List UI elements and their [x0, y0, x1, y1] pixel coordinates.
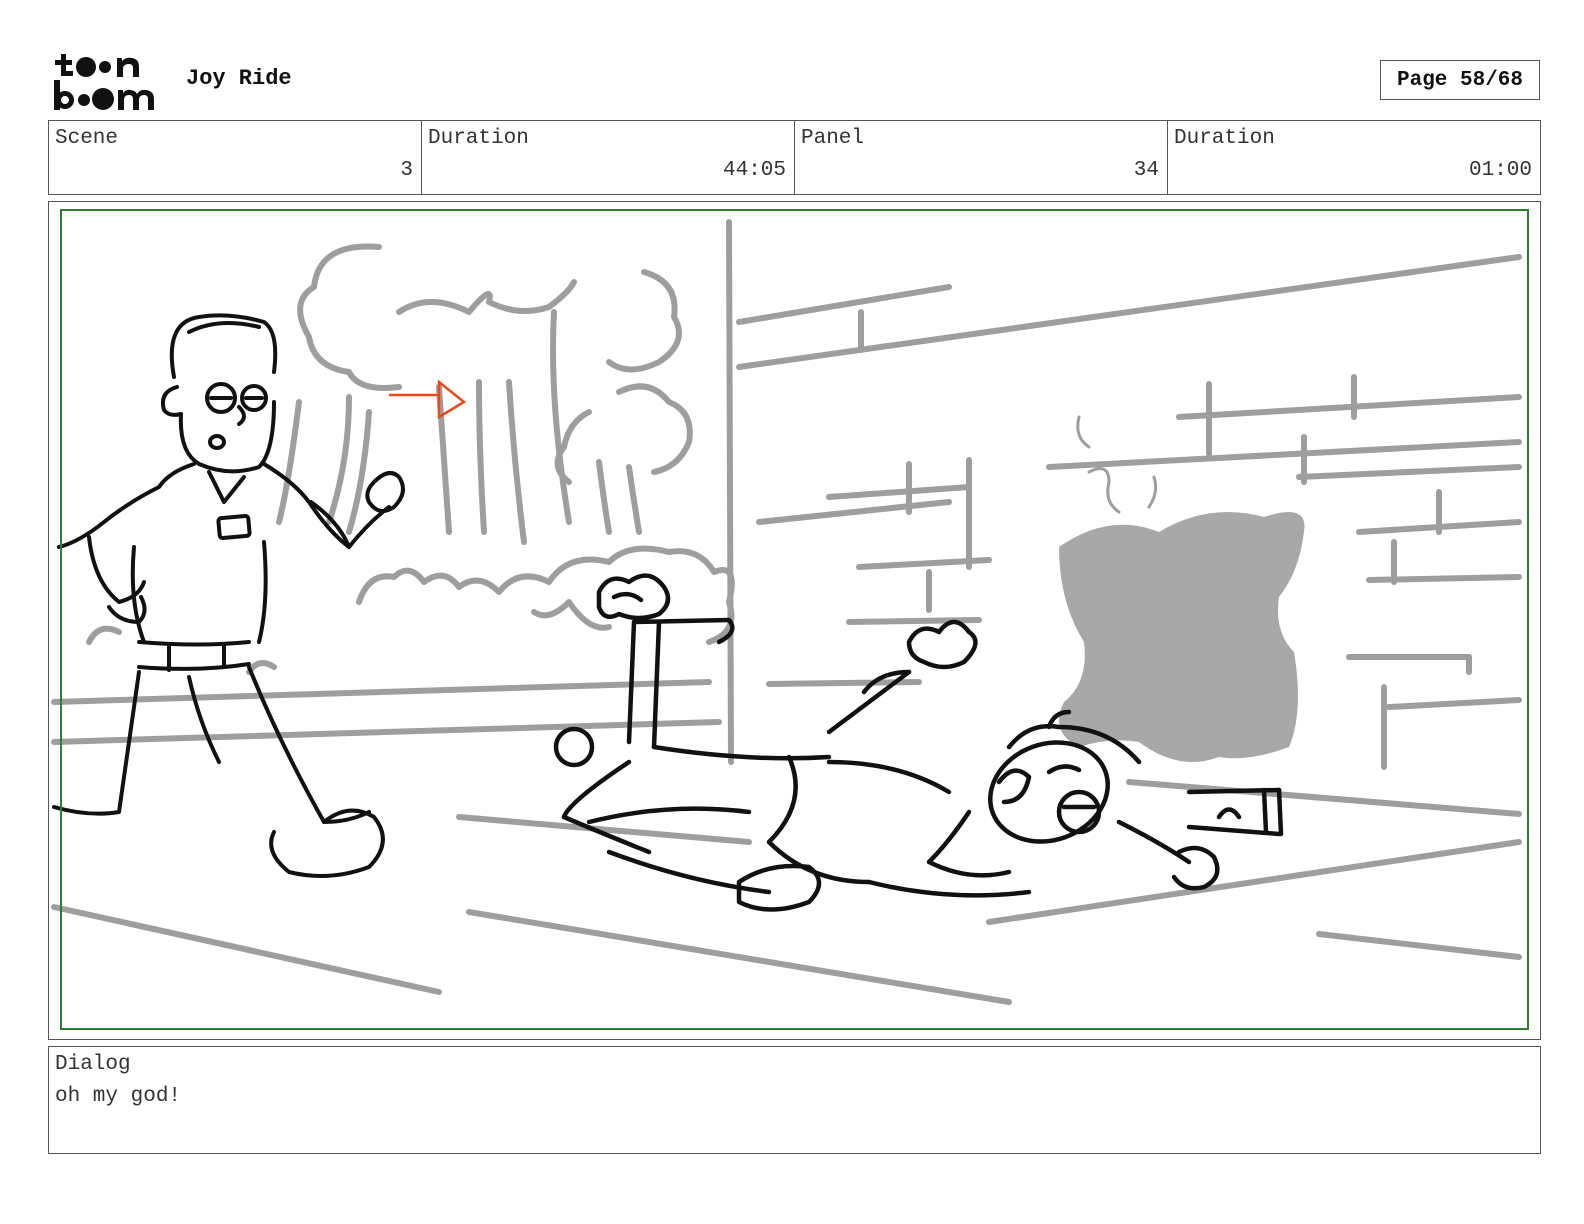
project-title: Joy Ride: [186, 66, 292, 91]
panel-label: Panel: [801, 127, 865, 150]
panel-duration-value: 01:00: [1468, 159, 1532, 182]
toon-boom-logo: [54, 54, 154, 110]
scene-value: 3: [400, 159, 413, 182]
panel-duration-cell: Duration 01:00: [1168, 121, 1540, 194]
panel-value: 34: [1133, 159, 1159, 182]
dialog-box: Dialog oh my god!: [48, 1046, 1541, 1154]
scene-label: Scene: [55, 127, 119, 150]
scene-duration-label: Duration: [428, 127, 529, 150]
panel-cell: Panel 34: [795, 121, 1168, 194]
scene-cell: Scene 3: [49, 121, 422, 194]
panel-sketch: [51, 219, 1522, 1005]
storyboard-panel: [48, 201, 1541, 1040]
dialog-text: oh my god!: [55, 1085, 182, 1108]
smoke-shape: [1059, 512, 1305, 762]
scene-duration-cell: Duration 44:05: [422, 121, 795, 194]
scene-duration-value: 44:05: [722, 159, 786, 182]
dialog-label: Dialog: [55, 1053, 131, 1076]
page-indicator: Page 58/68: [1380, 60, 1540, 100]
panel-info-row: Scene 3 Duration 44:05 Panel 34 Duration…: [48, 120, 1541, 195]
panel-duration-label: Duration: [1174, 127, 1275, 150]
